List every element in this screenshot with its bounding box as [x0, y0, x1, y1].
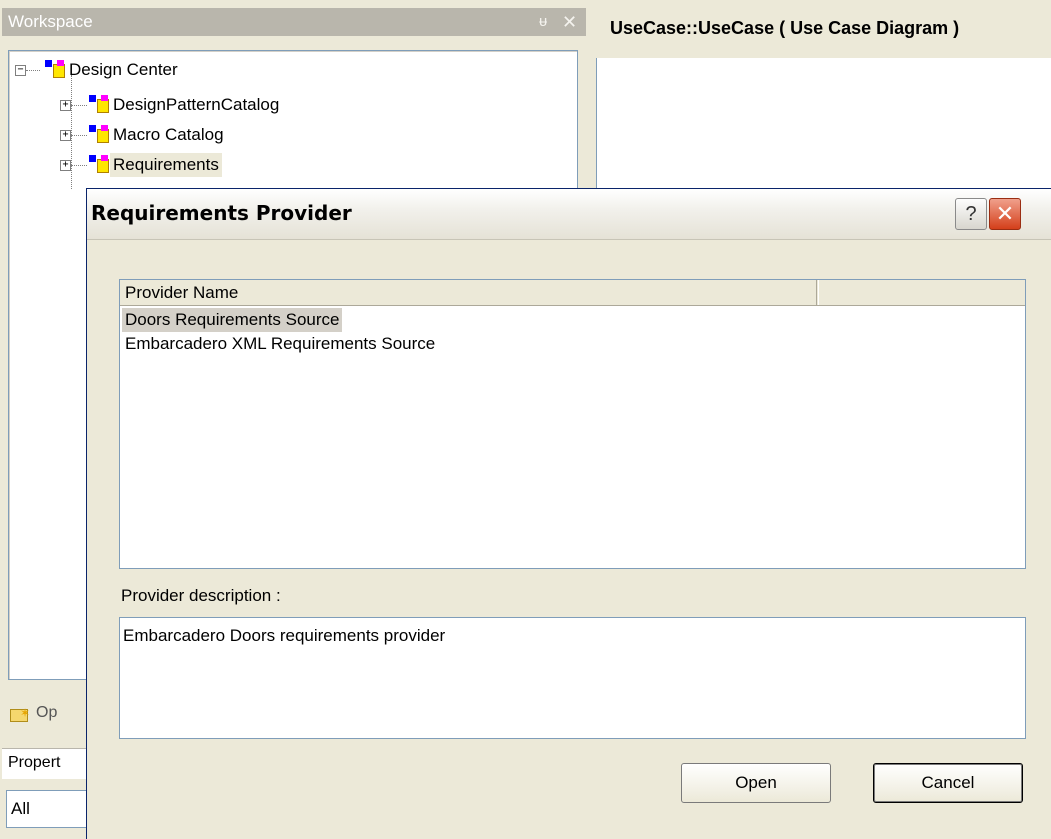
open-tab-label: Op — [36, 704, 58, 721]
description-label: Provider description : — [121, 586, 281, 605]
help-button[interactable]: ? — [955, 198, 987, 230]
dialog-titlebar[interactable]: Requirements Provider ? ✕ — [87, 189, 1051, 240]
dialog-title: Requirements Provider — [91, 201, 352, 225]
package-icon — [89, 125, 109, 143]
tree-item-requirements[interactable]: + Requirements — [9, 153, 569, 177]
expand-icon[interactable]: + — [60, 100, 71, 111]
description-box: Embarcadero Doors requirements provider — [119, 617, 1026, 739]
tree-item-label: DesignPatternCatalog — [113, 95, 280, 114]
collapse-icon[interactable]: − — [15, 65, 26, 76]
close-button[interactable]: ✕ — [989, 198, 1021, 230]
open-folder-icon: ✶ — [10, 704, 30, 722]
close-icon[interactable]: ✕ — [562, 8, 577, 36]
package-icon — [45, 60, 65, 78]
tree-item-label: Macro Catalog — [113, 125, 224, 144]
tree-item-designpatterncatalog[interactable]: + DesignPatternCatalog — [9, 93, 569, 117]
workspace-header: Workspace ᵾ ✕ — [2, 8, 586, 36]
workspace-title: Workspace — [8, 12, 93, 31]
expand-icon[interactable]: + — [60, 160, 71, 171]
package-icon — [89, 95, 109, 113]
package-icon — [89, 155, 109, 173]
pin-icon[interactable]: ᵾ — [539, 8, 547, 36]
expand-icon[interactable]: + — [60, 130, 71, 141]
diagram-tab-title: UseCase::UseCase ( Use Case Diagram ) — [610, 18, 960, 38]
properties-header: Propert — [2, 748, 98, 779]
tree-item-label: Design Center — [69, 60, 178, 79]
list-header: Provider Name — [120, 280, 1025, 306]
list-item-embarcadero-xml-requirements-source[interactable]: Embarcadero XML Requirements Source — [122, 332, 438, 356]
tree-item-label: Requirements — [110, 153, 222, 177]
tree-item-macro-catalog[interactable]: + Macro Catalog — [9, 123, 569, 147]
description-text: Embarcadero Doors requirements provider — [123, 626, 446, 645]
open-button[interactable]: Open — [681, 763, 831, 803]
column-header-provider-name[interactable]: Provider Name — [120, 280, 817, 305]
provider-list[interactable]: Provider Name Doors Requirements Source … — [119, 279, 1026, 569]
cancel-button[interactable]: Cancel — [873, 763, 1023, 803]
diagram-tab[interactable]: UseCase::UseCase ( Use Case Diagram ) — [596, 8, 1051, 52]
list-item-doors-requirements-source[interactable]: Doors Requirements Source — [122, 308, 343, 332]
tree-item-design-center[interactable]: − Design Center — [9, 58, 569, 82]
requirements-provider-dialog: Requirements Provider ? ✕ Provider Name … — [86, 188, 1051, 839]
column-header-blank[interactable] — [818, 280, 1025, 305]
